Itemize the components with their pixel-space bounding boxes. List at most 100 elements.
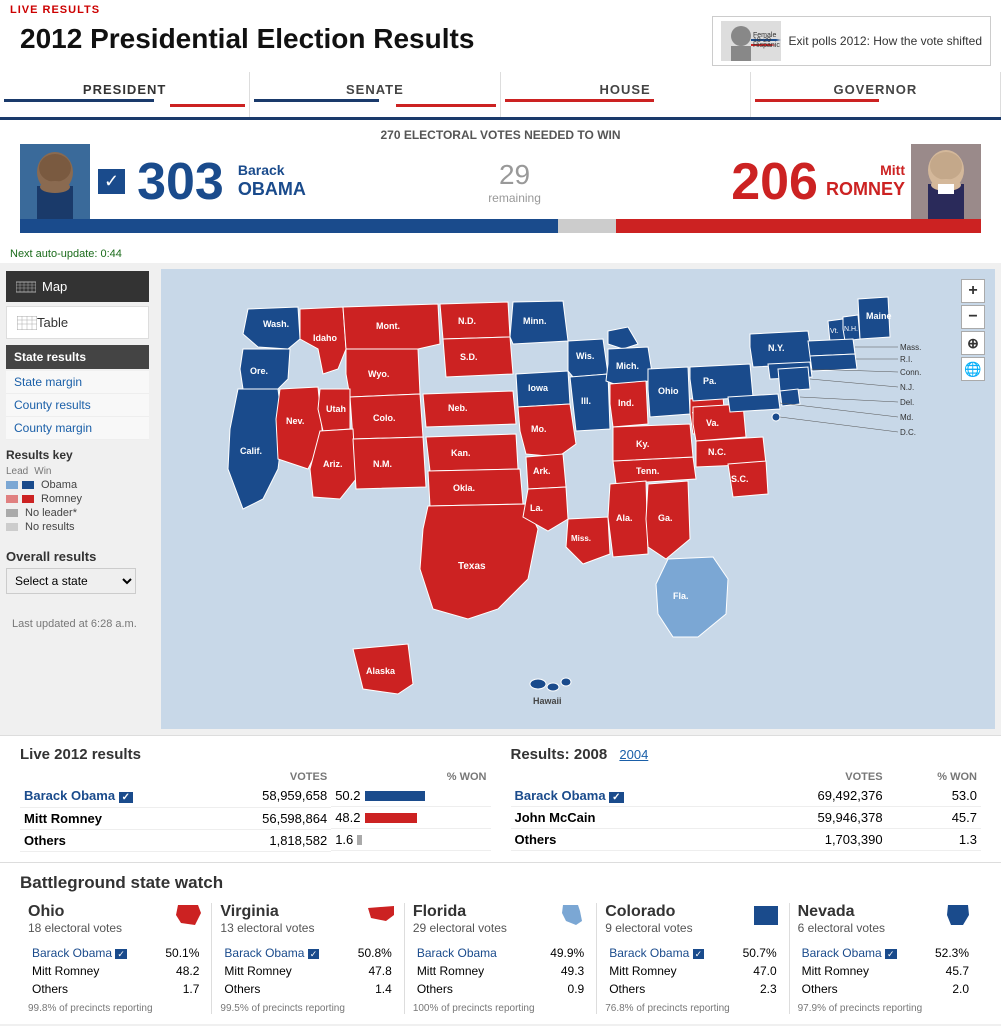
table-row: Others 1.4	[222, 981, 393, 997]
remaining-label: remaining	[306, 191, 723, 205]
svg-text:S.C.: S.C.	[731, 474, 749, 484]
table-row: Mitt Romney 45.7	[800, 963, 971, 979]
globe-button[interactable]: 🌐	[961, 357, 985, 381]
svg-text:N.Y.: N.Y.	[768, 343, 785, 353]
svg-text:S.D.: S.D.	[460, 352, 478, 362]
svg-text:Va.: Va.	[706, 418, 719, 428]
table-row: Others 0.9	[415, 981, 586, 997]
reset-button[interactable]: ⊕	[961, 331, 985, 355]
colorado-reporting: 76.8% of precincts reporting	[605, 1003, 780, 1014]
results-section: Live 2012 results VOTES % WON Barack Oba…	[0, 735, 1001, 862]
battleground-colorado: Colorado 9 electoral votes Barack Obama …	[597, 903, 789, 1014]
table-row: Barack Obama 49.9%	[415, 945, 586, 961]
historical-results-title: Results: 2008 2004	[511, 746, 982, 763]
svg-text:Maine: Maine	[866, 311, 892, 321]
obama-last-name: OBAMA	[238, 179, 306, 201]
us-map[interactable]: Wash. Ore. Calif. Nev. Idaho	[161, 269, 995, 729]
svg-text:Ill.: Ill.	[581, 396, 591, 406]
svg-text:Ark.: Ark.	[533, 466, 551, 476]
virginia-name: Virginia	[220, 903, 314, 921]
svg-text:N.H.: N.H.	[844, 326, 858, 333]
key-no-results-box	[6, 523, 18, 531]
electoral-section: 270 ELECTORAL VOTES NEEDED TO WIN	[0, 120, 1001, 245]
results-2004-link[interactable]: 2004	[619, 747, 648, 762]
map-button[interactable]: Map	[6, 271, 149, 302]
exit-polls-text[interactable]: Exit polls 2012: How the vote shifted	[789, 34, 982, 48]
svg-text:Del.: Del.	[900, 398, 914, 407]
sidebar: Map Table State results State margin Cou…	[0, 263, 155, 735]
key-no-leader-box	[6, 509, 18, 517]
table-row: Others 1.7	[30, 981, 201, 997]
table-row: Barack Obama ✓ 69,492,376 53.0	[511, 785, 982, 807]
table-row: Others 1,818,582 1.6	[20, 829, 491, 851]
key-lead-obama-box	[6, 481, 18, 489]
table-row: Mitt Romney 47.8	[222, 963, 393, 979]
historical-data-table: VOTES % WON Barack Obama ✓ 69,492,376 53…	[511, 769, 982, 851]
page-title: 2012 Presidential Election Results	[10, 21, 484, 61]
battleground-nevada: Nevada 6 electoral votes Barack Obama ✓ …	[790, 903, 981, 1014]
svg-text:Hispanic: Hispanic	[753, 42, 780, 49]
svg-text:Ind.: Ind.	[618, 398, 634, 408]
live-results-table: Live 2012 results VOTES % WON Barack Oba…	[20, 746, 491, 852]
zoom-out-button[interactable]: −	[961, 305, 985, 329]
tab-president[interactable]: PRESIDENT	[0, 72, 250, 117]
obama-bar	[20, 219, 558, 233]
results-tables: Live 2012 results VOTES % WON Barack Oba…	[0, 736, 1001, 862]
map-area: Wash. Ore. Calif. Nev. Idaho	[155, 263, 1001, 735]
historical-results-table: Results: 2008 2004 VOTES % WON Barack Ob…	[511, 746, 982, 852]
votes-col-header: VOTES	[212, 769, 332, 785]
svg-text:Mass.: Mass.	[900, 343, 921, 352]
romney-candidate: Mitt ROMNEY 206	[723, 144, 981, 219]
svg-text:Kan.: Kan.	[451, 448, 471, 458]
table-button[interactable]: Table	[6, 306, 149, 339]
svg-text:Ala.: Ala.	[616, 513, 633, 523]
nevada-name: Nevada	[798, 903, 885, 921]
virginia-ev: 13 electoral votes	[220, 921, 314, 935]
virginia-map-icon	[366, 903, 396, 928]
svg-text:Okla.: Okla.	[453, 483, 475, 493]
last-updated: Last updated at 6:28 a.m.	[6, 614, 149, 634]
pct-col-header: % WON	[331, 769, 490, 785]
tab-governor[interactable]: GOVERNOR	[751, 72, 1001, 117]
table-row: Barack Obama ✓ 50.7%	[607, 945, 778, 961]
state-select[interactable]: Select a state	[6, 568, 136, 594]
tab-senate[interactable]: SENATE	[250, 72, 500, 117]
table-row: Mitt Romney 56,598,864 48.2	[20, 807, 491, 829]
svg-text:Pa.: Pa.	[703, 376, 717, 386]
county-results-link[interactable]: County results	[6, 394, 149, 417]
svg-text:Vt.: Vt.	[830, 328, 839, 335]
win-label: Win	[34, 466, 51, 477]
ohio-reporting: 99.8% of precincts reporting	[28, 1003, 203, 1014]
key-no-leader-label: No leader*	[25, 507, 77, 519]
zoom-in-button[interactable]: +	[961, 279, 985, 303]
remaining-count: 29	[306, 159, 723, 191]
exit-polls-box[interactable]: Female 18-29 Hispanic Exit polls 2012: H…	[712, 16, 991, 66]
battleground-section: Battleground state watch Ohio 18 elector…	[0, 862, 1001, 1024]
table-row: Others 2.0	[800, 981, 971, 997]
table-row: Mitt Romney 49.3	[415, 963, 586, 979]
electoral-center: 29 remaining	[306, 159, 723, 205]
svg-text:Tenn.: Tenn.	[636, 466, 659, 476]
svg-text:Hawaii: Hawaii	[533, 696, 562, 706]
florida-map-icon	[558, 903, 588, 928]
county-margin-link[interactable]: County margin	[6, 417, 149, 440]
florida-results-table: Barack Obama 49.9% Mitt Romney 49.3 Othe…	[413, 943, 588, 999]
svg-text:Utah: Utah	[326, 404, 346, 414]
table-row: Barack Obama ✓ 58,959,658 50.2	[20, 785, 491, 807]
nevada-results-table: Barack Obama ✓ 52.3% Mitt Romney 45.7 Ot…	[798, 943, 973, 999]
svg-text:Md.: Md.	[900, 413, 913, 422]
svg-text:Ore.: Ore.	[250, 366, 268, 376]
svg-text:Ky.: Ky.	[636, 439, 649, 449]
obama-check: ✓	[98, 169, 125, 194]
svg-text:R.I.: R.I.	[900, 355, 912, 364]
table-row: John McCain 59,946,378 45.7	[511, 807, 982, 829]
romney-bar	[616, 219, 981, 233]
obama-candidate: ✓ 303 Barack OBAMA	[20, 144, 306, 219]
nav-tabs: PRESIDENT SENATE HOUSE GOVERNOR	[0, 72, 1001, 120]
obama-first-name: Barack	[238, 162, 306, 179]
election-map-svg: Wash. Ore. Calif. Nev. Idaho	[161, 269, 995, 729]
tab-house[interactable]: HOUSE	[501, 72, 751, 117]
electoral-bar	[20, 219, 981, 233]
state-margin-link[interactable]: State margin	[6, 371, 149, 394]
colorado-map-icon	[751, 903, 781, 928]
